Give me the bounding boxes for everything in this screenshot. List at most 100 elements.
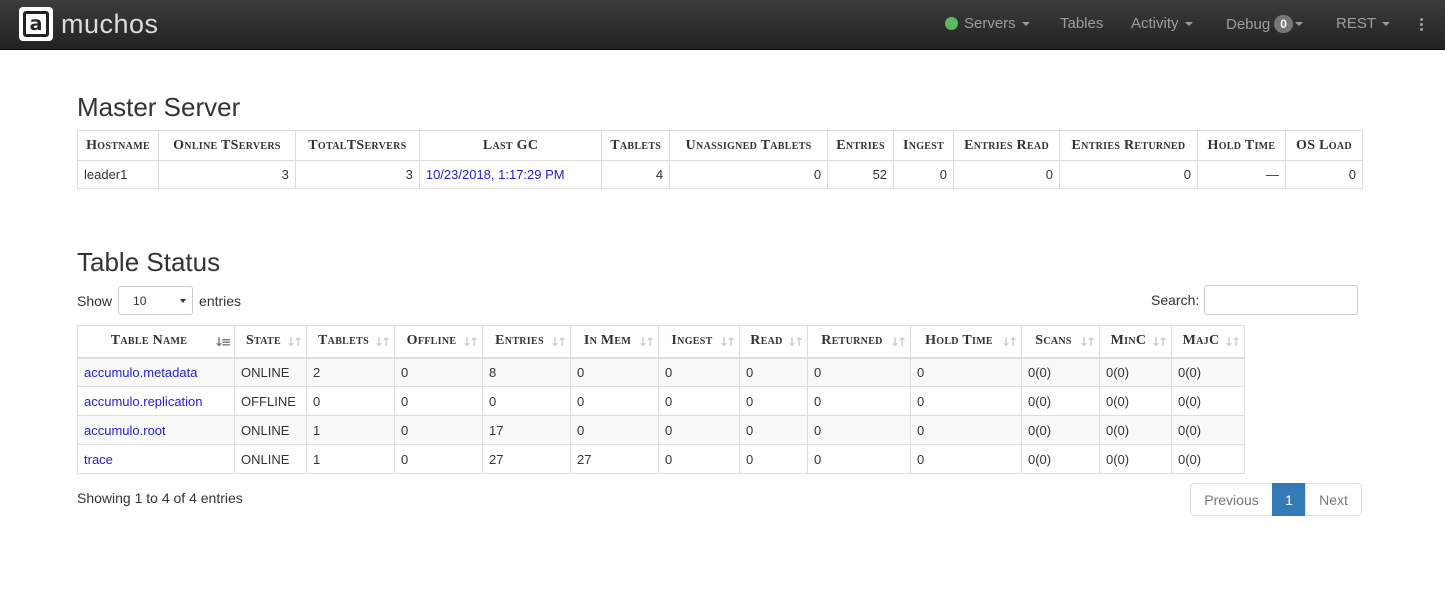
column-header-label: Ingest bbox=[671, 333, 713, 349]
master-col-totaltservers: TotalTServers bbox=[294, 130, 420, 161]
chevron-down-icon bbox=[1184, 21, 1193, 26]
master-hostname: leader1 bbox=[77, 160, 159, 189]
master-server-table: Hostname Online TServers TotalTServers Last… bbox=[77, 130, 1364, 189]
cell-hold-time: 0 bbox=[910, 444, 1022, 474]
column-header-label: Scans bbox=[1035, 333, 1072, 349]
search-control: Search: bbox=[1151, 285, 1359, 315]
column-header-label: MajC bbox=[1182, 333, 1220, 349]
search-input[interactable] bbox=[1204, 285, 1359, 315]
column-header-label: Returned bbox=[821, 333, 883, 349]
cell-entries: 0 bbox=[482, 386, 571, 416]
sort-col-read[interactable]: Read ↓↑ bbox=[739, 325, 808, 359]
cell-hold-time: 0 bbox=[910, 415, 1022, 445]
show-entries-control: Show 10 entries bbox=[77, 286, 241, 315]
brand[interactable]: a muchos bbox=[19, 7, 159, 41]
sort-col-tablets[interactable]: Tablets ↓↑ bbox=[306, 325, 395, 359]
master-cell-hold-time: — bbox=[1196, 160, 1286, 189]
master-cell-unassigned-tablets: 0 bbox=[669, 160, 829, 189]
sort-col-in-mem[interactable]: In Mem ↓↑ bbox=[570, 325, 659, 359]
master-cell-entries-read: 0 bbox=[953, 160, 1060, 189]
sort-col-table-name[interactable]: Table Name ↓≡ bbox=[77, 325, 235, 359]
cell-returned: 0 bbox=[807, 444, 911, 474]
column-header-label: In Mem bbox=[583, 333, 632, 349]
sort-col-majc[interactable]: MajC ↓↑ bbox=[1171, 325, 1245, 359]
cell-state: ONLINE bbox=[234, 415, 307, 445]
sort-col-returned[interactable]: Returned ↓↑ bbox=[807, 325, 911, 359]
cell-in-mem: 0 bbox=[570, 357, 659, 387]
next-page-button[interactable]: Next bbox=[1305, 483, 1362, 516]
table-info: Showing 1 to 4 of 4 entries bbox=[77, 490, 243, 506]
master-cell-online-tservers: 3 bbox=[157, 160, 296, 189]
page-1-button[interactable]: 1 bbox=[1272, 483, 1306, 516]
cell-majc: 0(0) bbox=[1171, 415, 1245, 445]
nav-servers-label: Servers bbox=[964, 15, 1016, 32]
table-status-title: Table Status bbox=[77, 247, 221, 277]
cell-tablets: 2 bbox=[306, 357, 395, 387]
brand-name: muchos bbox=[61, 8, 159, 39]
cell-scans: 0(0) bbox=[1021, 357, 1100, 387]
table-status-table: Table Name ↓≡ State ↓↑ Tablets ↓↑ Offline ↓↑ Ent… bbox=[77, 325, 1245, 474]
master-col-hostname: Hostname bbox=[77, 130, 159, 161]
pagination: Previous 1 Next bbox=[1190, 483, 1362, 516]
master-col-last-gc: Last GC bbox=[418, 130, 603, 161]
nav-tables-link[interactable]: Tables bbox=[1060, 15, 1103, 32]
page-size-select[interactable]: 10 bbox=[118, 286, 194, 315]
sort-icon: ↓↑ bbox=[718, 335, 736, 349]
nav-activity-dropdown[interactable]: Activity bbox=[1131, 15, 1193, 32]
sort-icon: ↓↑ bbox=[285, 335, 303, 349]
nav-servers-dropdown[interactable]: Servers bbox=[945, 15, 1030, 32]
cell-majc: 0(0) bbox=[1171, 357, 1245, 387]
sort-col-hold-time[interactable]: Hold Time ↓↑ bbox=[910, 325, 1022, 359]
sort-col-offline[interactable]: Offline ↓↑ bbox=[394, 325, 483, 359]
column-header-label: MinC bbox=[1110, 333, 1147, 349]
cell-returned: 0 bbox=[807, 415, 911, 445]
cell-tablets: 1 bbox=[306, 444, 395, 474]
column-header-label: Table Name bbox=[110, 333, 188, 349]
master-header-row: Hostname Online TServers TotalTServers Last… bbox=[77, 130, 1364, 161]
table-name-link[interactable]: trace bbox=[77, 444, 235, 474]
table-name-link[interactable]: accumulo.root bbox=[77, 415, 235, 445]
sort-icon: ↓↑ bbox=[786, 335, 804, 349]
sort-col-scans[interactable]: Scans ↓↑ bbox=[1021, 325, 1100, 359]
sort-col-entries[interactable]: Entries ↓↑ bbox=[482, 325, 571, 359]
sort-col-minc[interactable]: MinC ↓↑ bbox=[1099, 325, 1172, 359]
cell-hold-time: 0 bbox=[910, 357, 1022, 387]
nav-debug-dropdown[interactable]: Debug 0 bbox=[1226, 15, 1303, 33]
master-col-online-tservers: Online TServers bbox=[157, 130, 296, 161]
cell-tablets: 1 bbox=[306, 415, 395, 445]
search-label: Search: bbox=[1151, 292, 1200, 308]
master-col-entries: Entries bbox=[827, 130, 895, 161]
cell-majc: 0(0) bbox=[1171, 386, 1245, 416]
debug-count-badge: 0 bbox=[1274, 15, 1293, 33]
nav-rest-dropdown[interactable]: REST bbox=[1336, 15, 1391, 32]
cell-offline: 0 bbox=[394, 444, 483, 474]
table-name-link[interactable]: accumulo.replication bbox=[77, 386, 235, 416]
master-data-row: leader1 3 3 10/23/2018, 1:17:29 PM 4 0 52 0 0 0—0 bbox=[77, 160, 1364, 189]
previous-page-button[interactable]: Previous bbox=[1190, 483, 1273, 516]
cell-entries: 17 bbox=[482, 415, 571, 445]
cell-ingest: 0 bbox=[658, 444, 740, 474]
sort-col-ingest[interactable]: Ingest ↓↑ bbox=[658, 325, 740, 359]
cell-minc: 0(0) bbox=[1099, 415, 1172, 445]
master-col-entries-read: Entries Read bbox=[953, 130, 1060, 161]
chevron-down-icon bbox=[1382, 21, 1391, 26]
master-col-ingest: Ingest bbox=[893, 130, 955, 161]
cell-ingest: 0 bbox=[658, 415, 740, 445]
more-menu-button[interactable] bbox=[1420, 18, 1424, 31]
sort-col-state[interactable]: State ↓↑ bbox=[234, 325, 307, 359]
cell-read: 0 bbox=[739, 444, 808, 474]
sort-icon: ↓↑ bbox=[1078, 335, 1096, 349]
master-cell-os-load: 0 bbox=[1284, 160, 1364, 189]
table-row: accumulo.replication OFFLINE 0 0 0 0 0 0 0 0 0(0) 0… bbox=[77, 386, 1245, 416]
table-status-header-row: Table Name ↓≡ State ↓↑ Tablets ↓↑ Offline ↓↑ Ent… bbox=[77, 325, 1245, 359]
chevron-down-icon bbox=[1294, 22, 1303, 26]
nav-activity-label: Activity bbox=[1131, 15, 1179, 32]
last-gc-link[interactable]: 10/23/2018, 1:17:29 PM bbox=[418, 160, 603, 189]
table-name-link[interactable]: accumulo.metadata bbox=[77, 357, 235, 387]
cell-offline: 0 bbox=[394, 415, 483, 445]
chevron-down-icon bbox=[1021, 21, 1030, 26]
entries-label: entries bbox=[199, 292, 242, 309]
top-navbar: a muchos Servers Tables Activity Debug 0… bbox=[0, 0, 1445, 50]
table-row: accumulo.metadata ONLINE 2 0 8 0 0 0 0 0 0(0) 0(0) 0… bbox=[77, 357, 1245, 387]
nav-rest-label: REST bbox=[1336, 15, 1377, 32]
